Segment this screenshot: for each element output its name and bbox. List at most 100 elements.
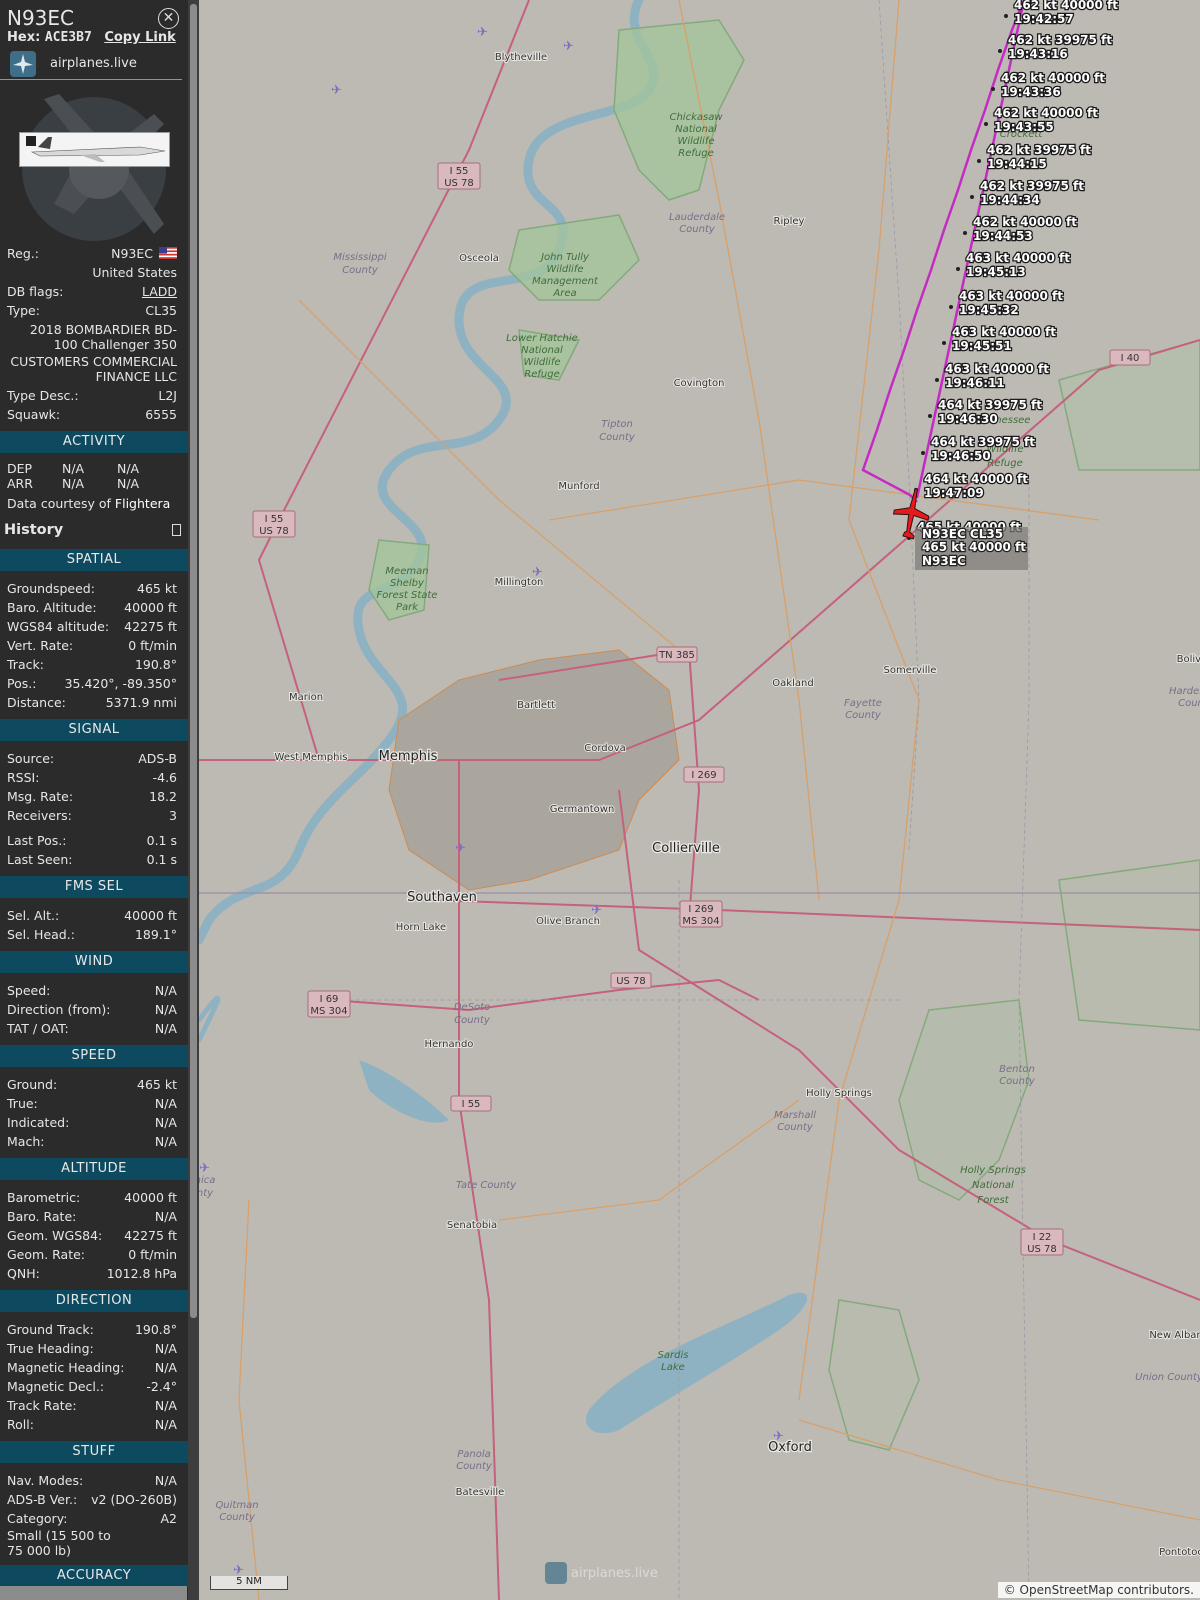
detail-value: 40000 ft xyxy=(124,908,177,923)
park-label: Lake xyxy=(661,1362,685,1373)
section-altitude: ALTITUDE xyxy=(0,1158,188,1180)
history-label: History xyxy=(4,522,64,538)
scrollbar-thumb[interactable] xyxy=(190,4,197,1318)
history-checkbox-icon[interactable] xyxy=(172,524,181,536)
detail-row: Track Rate: N/A xyxy=(0,1396,188,1415)
park-label: Sardis xyxy=(658,1350,689,1361)
hex-label: Hex: xyxy=(7,30,41,45)
detail-value: -2.4° xyxy=(146,1379,177,1394)
section-wind: WIND xyxy=(0,951,188,973)
detail-row: Geom. WGS84: 42275 ft xyxy=(0,1226,188,1245)
detail-key: Geom. Rate: xyxy=(7,1247,86,1262)
track-point-time: 19:46:50 xyxy=(931,449,991,463)
detail-key: True: xyxy=(7,1096,38,1111)
horizontal-scrollbar[interactable] xyxy=(0,1586,187,1600)
shield-text: MS 304 xyxy=(682,916,719,927)
track-point-speed-alt: 462 kt 40000 ft xyxy=(1014,0,1118,12)
section-direction: DIRECTION xyxy=(0,1290,188,1312)
detail-value: 189.1° xyxy=(134,927,177,942)
section-speed: SPEED xyxy=(0,1045,188,1067)
detail-row: ADS-B Ver.: v2 (DO-260B) xyxy=(0,1490,188,1509)
detail-key: Msg. Rate: xyxy=(7,789,74,804)
county-label: Coun xyxy=(1178,698,1200,709)
place-label: Batesville xyxy=(456,1487,505,1498)
highway-shield: I 55US 78 xyxy=(252,510,296,538)
county-label: Hardem xyxy=(1169,686,1200,697)
place-label: Marion xyxy=(289,692,323,703)
detail-value: N/A xyxy=(154,1134,177,1149)
park-label: Refuge xyxy=(987,458,1022,469)
place-label: Cordova xyxy=(584,743,626,754)
copy-link-button[interactable]: Copy Link xyxy=(104,30,175,45)
highway-shield: I 22US 78 xyxy=(1020,1228,1064,1256)
info-value: L2J xyxy=(158,388,177,403)
track-point-speed-alt: 463 kt 40000 ft xyxy=(945,362,1049,376)
ladd-link[interactable]: LADD xyxy=(142,282,177,301)
dep-row: DEP N/A N/A xyxy=(0,461,188,476)
detail-value: 35.420°, -89.350° xyxy=(64,676,177,691)
detail-value: 0 ft/min xyxy=(128,1247,177,1262)
detail-row: Barometric: 40000 ft xyxy=(0,1188,188,1207)
shield-text: I 55 xyxy=(462,1099,481,1110)
track-point-speed-alt: 462 kt 40000 ft xyxy=(1001,71,1105,85)
courtesy-line: Data courtesy of Flightera xyxy=(0,496,188,512)
detail-value: 465 kt xyxy=(137,581,177,596)
detail-key: Sel. Alt.: xyxy=(7,908,60,923)
detail-row: Indicated: N/A xyxy=(0,1113,188,1132)
detail-key: Ground: xyxy=(7,1077,58,1092)
detail-value: A2 xyxy=(160,1511,177,1526)
detail-row: Category: A2 xyxy=(0,1509,188,1528)
detail-key: Groundspeed: xyxy=(7,581,95,596)
courtesy-text: Data courtesy of xyxy=(7,496,111,511)
place-label: Bartlett xyxy=(517,700,555,711)
county-label: Panola xyxy=(457,1449,491,1460)
section-spatial: SPATIAL xyxy=(0,549,188,571)
county-label: County xyxy=(599,432,636,443)
arr-label: ARR xyxy=(7,476,33,491)
map-canvas[interactable]: Blytheville Osceola Ripley Covington Munford… xyxy=(199,0,1200,1600)
place-label: Horn Lake xyxy=(396,922,446,933)
detail-key: Nav. Modes: xyxy=(7,1473,84,1488)
map-attribution[interactable]: © OpenStreetMap contributors. xyxy=(997,1582,1200,1598)
detail-key: Baro. Altitude: xyxy=(7,600,97,615)
place-label: West Memphis xyxy=(275,752,348,763)
type-full: 2018 BOMBARDIER BD-100 Challenger 350 xyxy=(29,322,177,352)
svg-text:✈: ✈ xyxy=(477,25,488,40)
track-point xyxy=(1004,14,1008,18)
close-icon[interactable]: ✕ xyxy=(158,8,179,29)
aircraft-photo[interactable] xyxy=(19,132,170,167)
aircraft-label-callsign: N93EC CL35 xyxy=(922,527,1003,541)
track-point-time: 19:47:09 xyxy=(924,486,984,500)
dep-label: DEP xyxy=(7,461,33,476)
county-label: County xyxy=(999,1076,1036,1087)
county-label: County xyxy=(454,1015,491,1026)
detail-row: WGS84 altitude: 42275 ft xyxy=(0,617,188,636)
detail-row: Magnetic Decl.: -2.4° xyxy=(0,1377,188,1396)
brand-row[interactable]: airplanes.live xyxy=(0,48,182,80)
detail-key: Magnetic Decl.: xyxy=(7,1379,105,1394)
park-label: Refuge xyxy=(678,148,713,159)
park-label: Lower Hatchie xyxy=(506,333,578,344)
place-label: Senatobia xyxy=(447,1220,497,1231)
detail-key: Source: xyxy=(7,751,55,766)
track-point xyxy=(984,122,988,126)
sidebar-scrollbar[interactable] xyxy=(188,0,199,1600)
track-point-time: 19:45:32 xyxy=(959,303,1019,317)
highway-shield: I 269 xyxy=(683,766,725,783)
flightera-link[interactable]: Flightera xyxy=(115,496,170,511)
park-label: Shelby xyxy=(390,578,425,589)
detail-value: 42275 ft xyxy=(124,1228,177,1243)
registration-info: Reg.: N93EC United States DB flags: LADD … xyxy=(0,244,188,424)
detail-row: Pos.: 35.420°, -89.350° xyxy=(0,674,188,693)
highway-shield: US 78 xyxy=(610,972,652,989)
county-label: County xyxy=(456,1461,493,1472)
city-label: Collierville xyxy=(652,841,720,856)
history-toggle[interactable]: History xyxy=(0,518,188,542)
county-label: County xyxy=(777,1122,814,1133)
detail-key: Sel. Head.: xyxy=(7,927,75,942)
track-point-time: 19:44:34 xyxy=(980,193,1040,207)
info-key: Type Desc.: xyxy=(7,388,79,403)
map-watermark: airplanes.live xyxy=(545,1562,658,1584)
detail-key: Speed: xyxy=(7,983,51,998)
detail-key: WGS84 altitude: xyxy=(7,619,110,634)
